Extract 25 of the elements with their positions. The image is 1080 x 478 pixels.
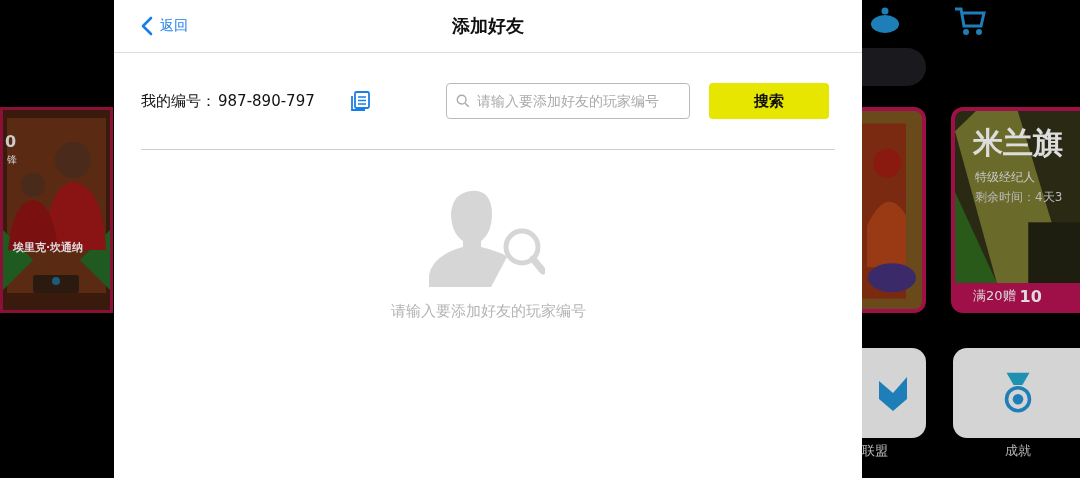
promo-card[interactable]: 米兰旗 特级经纪人 剩余时间：4天3 满20赠 10 (951, 107, 1080, 313)
search-field[interactable]: 请输入要添加好友的玩家编号 (445, 83, 690, 119)
player-rating: 0 (5, 132, 17, 151)
shortcut-label: 联盟 (862, 442, 888, 460)
empty-message: 请输入要添加好友的玩家编号 (390, 302, 586, 321)
player-position: 锋 (7, 153, 17, 167)
player-name: 埃里克·坎通纳 (13, 240, 84, 255)
copy-icon[interactable] (348, 90, 371, 112)
back-link[interactable]: 返回 (141, 16, 188, 36)
shortcut-tile[interactable] (953, 348, 1080, 438)
cart-icon[interactable] (954, 6, 986, 36)
my-id: 987-890-797 (218, 92, 315, 110)
my-id-label: 我的编号： (141, 91, 216, 111)
shortcut-label: 成就 (1005, 442, 1031, 460)
promo-reward-count: 10 (1019, 286, 1042, 306)
promo-subtitle: 特级经纪人 (975, 169, 1035, 186)
dialog-title: 添加好友 (452, 14, 524, 38)
promo-time: 剩余时间：4天3 (975, 189, 1063, 206)
back-chevron-icon (141, 16, 153, 36)
medal-icon (1003, 372, 1033, 414)
search-button[interactable]: 搜索 (708, 83, 829, 119)
promo-title: 米兰旗 (973, 124, 1063, 162)
shortcut-tile[interactable] (862, 348, 926, 438)
player-card[interactable]: 0 锋 埃里克·坎通纳 (0, 107, 113, 313)
promo-reward: 满20赠 (973, 287, 1016, 305)
